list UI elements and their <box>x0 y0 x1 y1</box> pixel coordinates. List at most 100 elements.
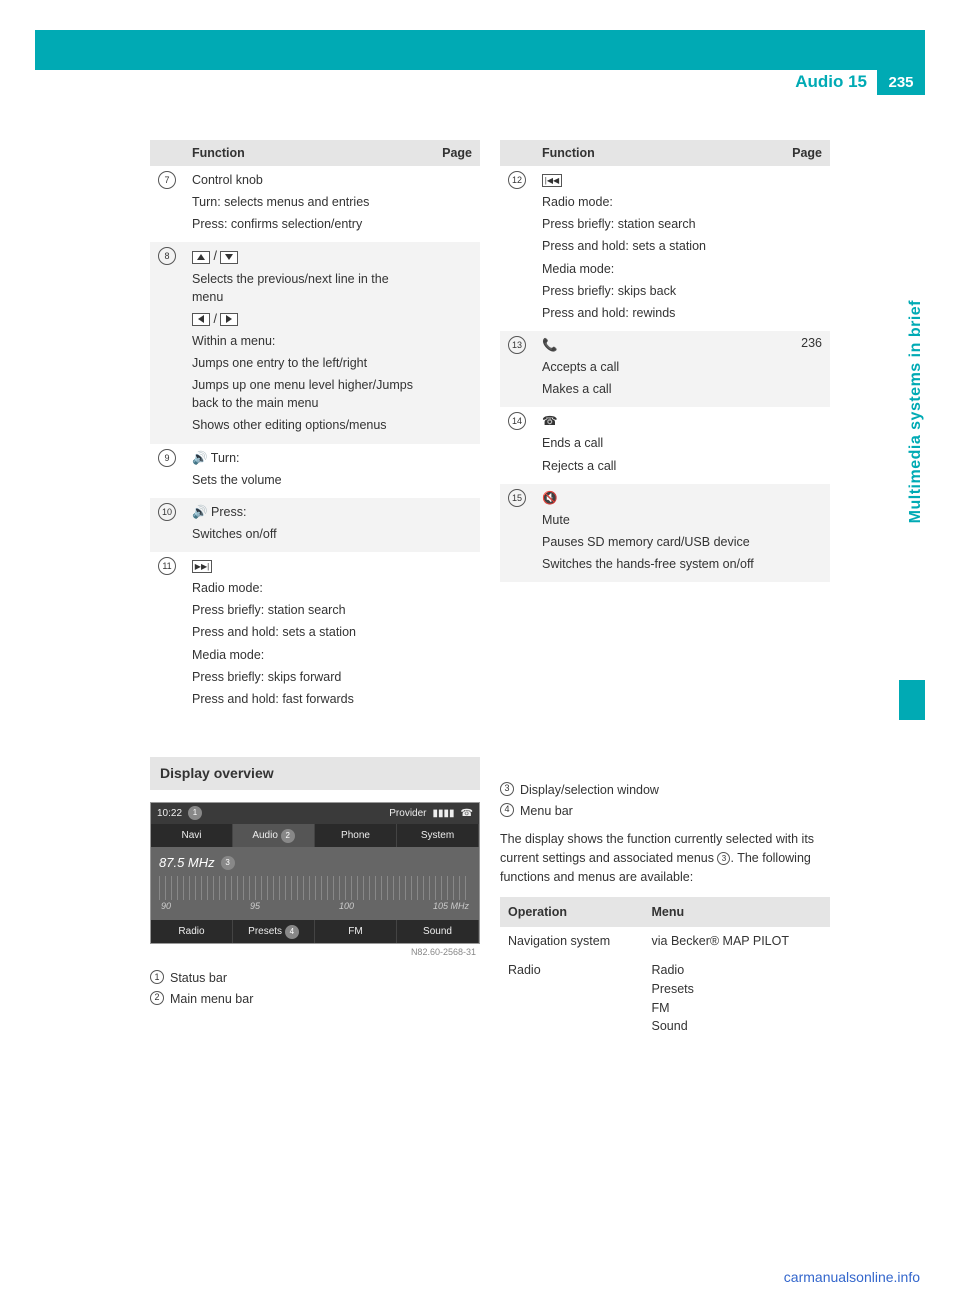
col-page: Page <box>430 140 480 166</box>
row-index: 9 <box>150 444 184 498</box>
legend-item: 2Main menu bar <box>150 990 480 1009</box>
row-line: Press and hold: rewinds <box>542 304 772 322</box>
index-circle-icon: 15 <box>508 489 526 507</box>
top-accent-bar <box>35 30 925 70</box>
row-line: Press briefly: station search <box>192 601 422 619</box>
display-tab: Audio 2 <box>233 824 315 847</box>
display-caption: N82.60-2568-31 <box>150 944 480 962</box>
display-tab: Radio <box>151 920 233 943</box>
arrow-right-icon <box>220 313 238 326</box>
row-line: Press and hold: fast forwards <box>192 690 422 708</box>
display-tab: Presets 4 <box>233 920 315 943</box>
row-title: Control knob <box>192 171 422 189</box>
row-page <box>780 484 830 583</box>
display-main-area: 87.5 MHz 3 90 95 100 105 MHz <box>151 847 479 920</box>
footer-link[interactable]: carmanualsonline.info <box>784 1269 920 1285</box>
row-body: ☎ Ends a call Rejects a call <box>534 407 780 483</box>
legend-item: 3 Display/selection window <box>500 781 830 800</box>
row-body: 🔊 Press: Switches on/off <box>184 498 430 552</box>
row-line: Shows other editing options/menus <box>192 416 422 434</box>
index-circle-icon: 13 <box>508 336 526 354</box>
row-body: |◀◀ Radio mode: Press briefly: station s… <box>534 166 780 331</box>
row-line: Press briefly: skips forward <box>192 668 422 686</box>
ops-cell: Radio Presets FM Sound <box>644 956 831 1041</box>
display-description: The display shows the function currently… <box>500 830 830 886</box>
col-blank <box>500 140 534 166</box>
row-line: Press briefly: station search <box>542 215 772 233</box>
tick: 105 MHz <box>433 900 469 914</box>
row-line: Rejects a call <box>542 457 772 475</box>
page-number: 235 <box>877 69 925 95</box>
row-line: Selects the previous/next line in the me… <box>192 270 422 306</box>
header-title: Audio 15 <box>795 72 867 92</box>
legend-right: 3Display/selection window 4Menu bar <box>500 781 830 821</box>
row-line: Ends a call <box>542 434 772 452</box>
legend-text: Display/selection window <box>520 781 659 800</box>
row-line: Jumps one entry to the left/right <box>192 354 422 372</box>
row-page: 236 <box>780 331 830 407</box>
section-title: Display overview <box>150 757 480 790</box>
display-status-bar: 10:22 1 Provider ▮▮▮▮ ☎ <box>151 803 479 824</box>
ops-col-operation: Operation <box>500 897 644 928</box>
mute-icon: 🔇 <box>542 489 772 507</box>
row-title: 🔊 Turn: <box>192 449 422 467</box>
display-scale <box>159 876 471 900</box>
row-line: Sets the volume <box>192 471 422 489</box>
display-clock: 10:22 <box>157 806 182 821</box>
side-tab-accent <box>899 680 925 720</box>
index-circle-icon: 10 <box>158 503 176 521</box>
row-line: Makes a call <box>542 380 772 398</box>
index-circle-icon: 14 <box>508 412 526 430</box>
row-index: 12 <box>500 166 534 331</box>
row-page <box>780 407 830 483</box>
row-line: Pauses SD memory card/USB device <box>542 533 772 551</box>
phone-status-icon: ☎ <box>461 806 473 821</box>
row-page <box>430 498 480 552</box>
display-tab: Navi <box>151 824 233 847</box>
row-line: Within a menu: <box>192 332 422 350</box>
index-circle-icon: 8 <box>158 247 176 265</box>
legend-num-icon: 1 <box>150 970 164 984</box>
row-line: Mute <box>542 511 772 529</box>
tab-label: Audio <box>252 830 278 841</box>
legend-text: Status bar <box>170 969 227 988</box>
arrow-up-down-icons: / <box>192 247 422 265</box>
row-index: 15 <box>500 484 534 583</box>
display-bottom-tabs: Radio Presets 4 FM Sound <box>151 920 479 943</box>
row-page <box>430 166 480 242</box>
display-tab: Sound <box>397 920 479 943</box>
col-function: Function <box>534 140 780 166</box>
signal-icon: ▮▮▮▮ <box>433 806 455 821</box>
row-index: 11 <box>150 552 184 717</box>
row-line: Turn: selects menus and entries <box>192 193 422 211</box>
legend-num-icon: 3 <box>500 782 514 796</box>
row-line: Press and hold: sets a station <box>542 237 772 255</box>
row-page <box>780 166 830 331</box>
display-tab: Phone <box>315 824 397 847</box>
row-body: ▶▶| Radio mode: Press briefly: station s… <box>184 552 430 717</box>
display-overview-left: Display overview 10:22 1 Provider ▮▮▮▮ ☎… <box>150 727 480 1041</box>
skip-forward-icon: ▶▶| <box>192 557 422 575</box>
legend-item: 1 Status bar <box>150 969 480 988</box>
arrow-left-right-icons: / <box>192 310 422 328</box>
row-line: Switches the hands-free system on/off <box>542 555 772 573</box>
row-index: 10 <box>150 498 184 552</box>
index-circle-icon: 9 <box>158 449 176 467</box>
function-table: Function Page 12 |◀◀ Radio mode: Press b… <box>500 140 830 582</box>
row-index: 7 <box>150 166 184 242</box>
display-tab: FM <box>315 920 397 943</box>
operations-table: Operation Menu Navigation system via Bec… <box>500 897 830 1042</box>
display-ticks: 90 95 100 105 MHz <box>159 900 471 918</box>
row-line: Jumps up one menu level higher/Jumps bac… <box>192 376 422 412</box>
row-title: 🔊 Press: <box>192 503 422 521</box>
row-line: Press: confirms selection/entry <box>192 215 422 233</box>
function-tables: Function Page 7 Control knob Turn: selec… <box>150 140 830 717</box>
ops-col-menu: Menu <box>644 897 831 928</box>
display-tab: System <box>397 824 479 847</box>
row-line: Switches on/off <box>192 525 422 543</box>
display-provider: Provider <box>389 806 426 821</box>
row-line: Press briefly: skips back <box>542 282 772 300</box>
arrow-left-icon <box>192 313 210 326</box>
display-overview-right: 3Display/selection window 4Menu bar The … <box>500 727 830 1041</box>
phone-end-icon: ☎ <box>542 412 772 430</box>
